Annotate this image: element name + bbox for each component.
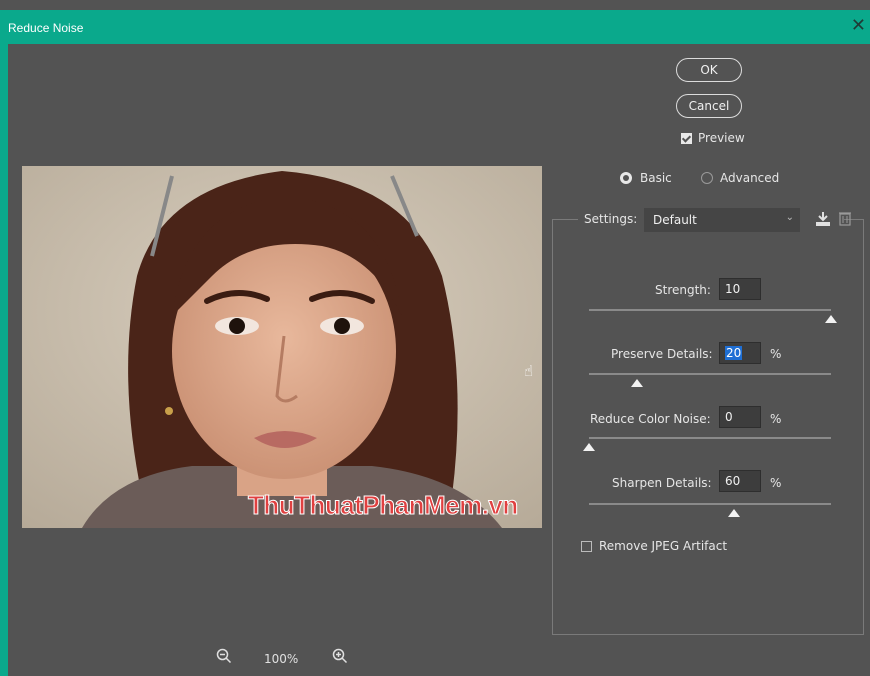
settings-label: Settings: [584, 212, 638, 226]
preserve-details-value: 20 [725, 346, 743, 360]
reduce-color-noise-label: Reduce Color Noise: [590, 412, 711, 426]
reduce-color-noise-unit: % [770, 412, 782, 426]
preserve-details-unit: % [770, 347, 782, 361]
strength-value: 10 [725, 282, 741, 296]
settings-value: Default [653, 213, 697, 227]
advanced-label: Advanced [720, 171, 780, 185]
zoom-in-icon[interactable] [332, 648, 348, 664]
remove-jpeg-artifact-checkbox[interactable] [581, 541, 592, 552]
sharpen-details-slider-track[interactable] [589, 503, 831, 505]
watermark-text: ThuThuatPhanMem.vn [248, 490, 519, 521]
sharpen-details-unit: % [770, 476, 782, 490]
strength-label: Strength: [655, 283, 711, 297]
preserve-details-label: Preserve Details: [611, 347, 713, 361]
cancel-button[interactable]: Cancel [676, 94, 742, 118]
zoom-level: 100% [264, 652, 299, 666]
hand-cursor-icon: ☝ [524, 362, 534, 380]
close-icon[interactable]: ✕ [851, 17, 866, 35]
settings-panel [552, 219, 864, 635]
window-edge [0, 44, 8, 676]
sharpen-details-value: 60 [725, 474, 741, 488]
strength-slider-thumb[interactable] [825, 315, 837, 323]
basic-label: Basic [640, 171, 672, 185]
reduce-color-noise-slider-track[interactable] [589, 437, 831, 439]
sharpen-details-input[interactable]: 60 [719, 470, 761, 492]
sharpen-details-label: Sharpen Details: [612, 476, 712, 490]
settings-dropdown[interactable]: Default ⌄ [644, 208, 800, 232]
strength-input[interactable]: 10 [719, 278, 761, 300]
save-preset-icon[interactable] [814, 210, 832, 228]
chevron-down-icon: ⌄ [785, 212, 794, 223]
title-bar: Reduce Noise ✕ [0, 10, 870, 44]
strength-slider-track[interactable] [589, 309, 831, 311]
sharpen-details-slider-thumb[interactable] [728, 509, 741, 517]
advanced-radio[interactable] [701, 172, 713, 184]
zoom-out-icon[interactable] [216, 648, 232, 664]
preview-label: Preview [698, 131, 745, 145]
basic-radio[interactable] [620, 172, 632, 184]
preserve-details-slider-thumb[interactable] [631, 379, 644, 387]
reduce-color-noise-input[interactable]: 0 [719, 406, 761, 428]
window-title: Reduce Noise [8, 21, 84, 35]
preview-image[interactable]: ThuThuatPhanMem.vn [22, 166, 542, 528]
reduce-color-noise-slider-thumb[interactable] [583, 443, 595, 451]
preview-checkbox[interactable] [681, 133, 692, 144]
preserve-details-slider-track[interactable] [589, 373, 831, 375]
ok-button[interactable]: OK [676, 58, 742, 82]
portrait-photo [22, 166, 542, 528]
remove-jpeg-artifact-label: Remove JPEG Artifact [599, 539, 728, 553]
trash-icon[interactable] [838, 210, 852, 226]
preserve-details-input[interactable]: 20 [719, 342, 761, 364]
watermark: ThuThuatPhanMem.vn [248, 490, 519, 521]
reduce-color-noise-value: 0 [725, 410, 733, 424]
